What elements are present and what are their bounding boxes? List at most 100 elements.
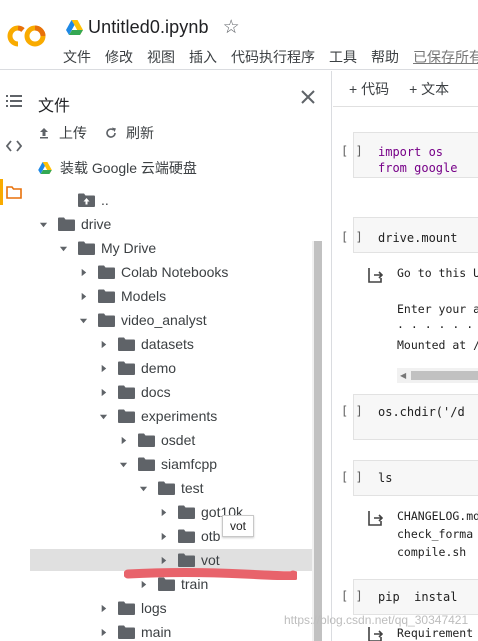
colab-logo[interactable]: [6, 24, 50, 48]
tree-item-label: test: [181, 480, 204, 496]
tree-item[interactable]: test: [138, 477, 204, 499]
run-cell-button[interactable]: [ ]: [341, 230, 363, 244]
app-header: Untitled0.ipynb ☆ 文件 修改 视图 插入 代码执行程序 工具 …: [0, 0, 478, 70]
code-snippets-icon[interactable]: [4, 136, 24, 156]
cell-code[interactable]: import os from google: [378, 144, 457, 176]
toc-icon[interactable]: [4, 91, 24, 111]
output-icon[interactable]: [367, 267, 383, 283]
star-icon[interactable]: ☆: [223, 18, 240, 37]
add-code-button[interactable]: + 代码: [349, 79, 389, 99]
menu-help[interactable]: 帮助: [371, 47, 399, 67]
tree-item[interactable]: My Drive: [58, 237, 156, 259]
google-drive-icon: [38, 162, 52, 174]
tree-item[interactable]: video_analyst: [78, 309, 207, 331]
expand-arrow-icon[interactable]: [78, 291, 88, 301]
expand-arrow-icon[interactable]: [158, 507, 168, 517]
expand-arrow-icon[interactable]: [118, 435, 128, 445]
tree-item-label: experiments: [141, 408, 218, 424]
collapse-arrow-icon[interactable]: [138, 483, 148, 493]
files-panel-title: 文件: [38, 98, 71, 115]
tree-item[interactable]: siamfcpp: [118, 453, 217, 475]
folder-icon: [178, 553, 201, 567]
cell-code[interactable]: ls: [378, 470, 392, 486]
tree-item-label: logs: [141, 600, 167, 616]
folder-up-icon: [78, 193, 101, 207]
code-cell[interactable]: [353, 460, 478, 496]
folder-icon: [178, 529, 201, 543]
mount-drive-button[interactable]: 装载 Google 云端硬盘: [38, 158, 197, 178]
tree-item-label: main: [141, 624, 172, 640]
menu-insert[interactable]: 插入: [189, 47, 217, 67]
menu-edit[interactable]: 修改: [105, 47, 133, 67]
collapse-arrow-icon[interactable]: [98, 411, 108, 421]
expand-arrow-icon[interactable]: [98, 363, 108, 373]
scroll-left-icon[interactable]: ◀: [400, 371, 406, 380]
tree-item[interactable]: ..: [58, 189, 109, 211]
tree-item[interactable]: datasets: [98, 333, 194, 355]
tree-item-label: video_analyst: [121, 312, 207, 328]
tree-item[interactable]: osdet: [118, 429, 195, 451]
refresh-button[interactable]: 刷新: [105, 123, 154, 143]
folder-icon: [158, 481, 181, 495]
menu-view[interactable]: 视图: [147, 47, 175, 67]
files-scrollbar-thumb[interactable]: [314, 241, 322, 641]
expand-arrow-icon[interactable]: [98, 339, 108, 349]
tree-item[interactable]: docs: [98, 381, 171, 403]
refresh-icon: [106, 127, 116, 138]
output-line: check_forma: [397, 527, 474, 541]
expand-arrow-icon[interactable]: [98, 387, 108, 397]
menu-file[interactable]: 文件: [63, 47, 91, 67]
files-icon[interactable]: [4, 182, 24, 202]
tree-item[interactable]: Colab Notebooks: [78, 261, 228, 283]
close-icon[interactable]: [296, 85, 320, 109]
refresh-label: 刷新: [126, 125, 154, 141]
output-line: CHANGELOG.md: [397, 509, 478, 523]
cell-code[interactable]: os.chdir('/d: [378, 404, 465, 420]
folder-icon: [78, 241, 101, 255]
saved-status[interactable]: 已保存所有: [413, 47, 478, 67]
expand-arrow-icon[interactable]: [98, 603, 108, 613]
notebook-title[interactable]: Untitled0.ipynb: [88, 17, 209, 38]
tree-item[interactable]: main: [98, 621, 171, 641]
hscroll-thumb[interactable]: [411, 371, 478, 380]
expand-arrow-icon[interactable]: [98, 627, 108, 637]
folder-icon: [98, 265, 121, 279]
tree-item-label: osdet: [161, 432, 196, 448]
output-icon[interactable]: [367, 626, 383, 641]
tree-item[interactable]: drive: [38, 213, 111, 235]
code-line: from google: [378, 161, 458, 175]
run-cell-button[interactable]: [ ]: [341, 144, 363, 158]
collapse-arrow-icon[interactable]: [38, 219, 48, 229]
cell-code[interactable]: drive.mount: [378, 230, 457, 246]
menu-runtime[interactable]: 代码执行程序: [231, 47, 315, 67]
add-text-button[interactable]: + 文本: [409, 79, 449, 99]
expand-arrow-icon[interactable]: [138, 579, 148, 589]
tree-item[interactable]: otb: [158, 525, 220, 547]
tree-item[interactable]: logs: [98, 597, 167, 619]
notebook-area: + 代码 + 文本 [ ] import os from google [ ] …: [333, 71, 478, 641]
red-annotation-stroke: [124, 568, 297, 580]
tree-item-label: ..: [101, 192, 109, 208]
side-rail: [0, 71, 28, 641]
upload-button[interactable]: 上传: [38, 123, 87, 143]
run-cell-button[interactable]: [ ]: [341, 589, 363, 603]
tree-item[interactable]: demo: [98, 357, 176, 379]
expand-arrow-icon[interactable]: [78, 267, 88, 277]
collapse-arrow-icon[interactable]: [118, 459, 128, 469]
output-icon[interactable]: [367, 510, 383, 526]
collapse-arrow-icon[interactable]: [58, 243, 68, 253]
folder-icon: [118, 601, 141, 615]
collapse-arrow-icon[interactable]: [78, 315, 88, 325]
expand-arrow-icon[interactable]: [158, 555, 168, 565]
tree-item[interactable]: experiments: [98, 405, 217, 427]
cell-code[interactable]: pip instal: [378, 589, 457, 605]
expand-arrow-icon[interactable]: [158, 531, 168, 541]
folder-icon: [138, 457, 161, 471]
output-hscrollbar[interactable]: ◀: [397, 368, 478, 383]
run-cell-button[interactable]: [ ]: [341, 470, 363, 484]
run-cell-button[interactable]: [ ]: [341, 404, 363, 418]
menu-tools[interactable]: 工具: [329, 47, 357, 67]
tree-item[interactable]: Models: [78, 285, 166, 307]
output-line: Mounted at /: [397, 338, 478, 352]
code-line: import os: [378, 145, 444, 159]
